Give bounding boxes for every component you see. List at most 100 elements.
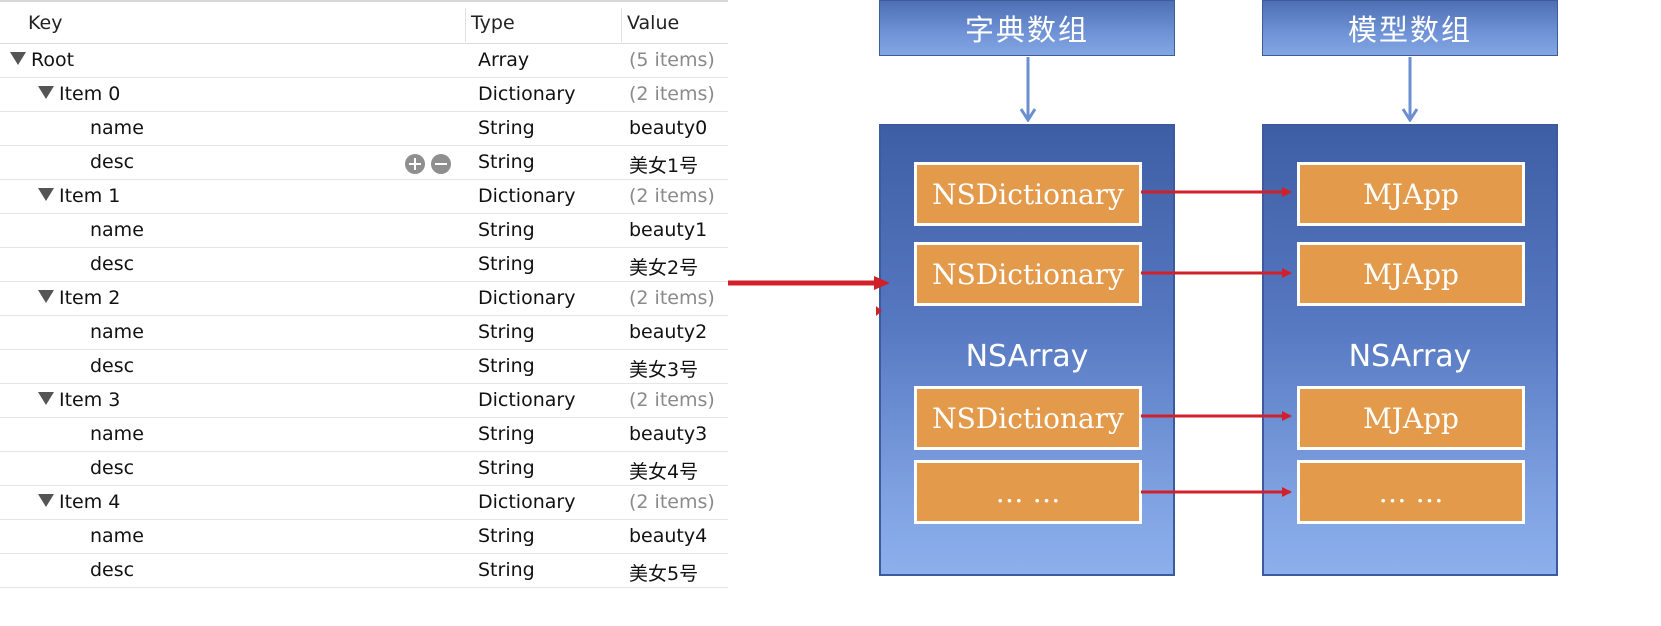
row-key: desc (90, 457, 134, 479)
row-key: desc (90, 151, 134, 173)
row-key-text: desc (90, 253, 135, 275)
row-value[interactable]: (5 items) (629, 49, 715, 71)
plist-row[interactable]: name String beauty1 (0, 214, 728, 248)
conversion-diagram: 字典数组 模型数组 NSDictionary NSDictionary NSAr… (728, 0, 1661, 626)
row-key-text: Item 1 (59, 185, 121, 207)
disclosure-triangle-icon[interactable] (38, 290, 54, 303)
row-key-text: name (90, 117, 144, 139)
plist-row[interactable]: Item 3 Dictionary (2 items) (0, 384, 728, 418)
row-value[interactable]: beauty4 (629, 525, 707, 547)
row-key: desc (90, 559, 134, 581)
row-key-text: desc (90, 151, 135, 173)
row-key: Item 4 (38, 491, 120, 513)
row-type[interactable]: String (478, 117, 535, 139)
row-type[interactable]: Array (478, 49, 529, 71)
plist-rows: Root Array (5 items) Item 0 Dictionary (2 ite… (0, 44, 728, 588)
row-type[interactable]: String (478, 219, 535, 241)
row-key: desc (90, 355, 134, 377)
disclosure-triangle-icon[interactable] (38, 86, 54, 99)
plist-row[interactable]: desc String 美女2号 (0, 248, 728, 282)
row-key: Item 1 (38, 185, 120, 207)
row-type[interactable]: Dictionary (478, 287, 575, 309)
column-separator[interactable] (465, 8, 466, 42)
plist-row[interactable]: desc String 美女3号 (0, 350, 728, 384)
plist-editor: Key Type Value Root Array (5 items) Item 0 D… (0, 0, 728, 590)
row-type[interactable]: String (478, 253, 535, 275)
row-type[interactable]: String (478, 457, 535, 479)
row-type[interactable]: String (478, 525, 535, 547)
row-type[interactable]: String (478, 355, 535, 377)
plist-row[interactable]: Root Array (5 items) (0, 44, 728, 78)
row-value[interactable]: (2 items) (629, 185, 715, 207)
remove-row-icon[interactable] (431, 154, 451, 174)
row-key-text: desc (90, 559, 135, 581)
row-type[interactable]: String (478, 321, 535, 343)
plist-row[interactable]: name String beauty0 (0, 112, 728, 146)
diagram-arrows (728, 57, 1661, 497)
row-value[interactable]: beauty1 (629, 219, 707, 241)
row-value[interactable]: 美女3号 (629, 355, 698, 382)
row-key: Item 0 (38, 83, 120, 105)
disclosure-triangle-icon[interactable] (10, 52, 26, 65)
row-value[interactable]: 美女4号 (629, 457, 698, 484)
row-key-text: name (90, 525, 144, 547)
row-value[interactable]: 美女5号 (629, 559, 698, 586)
row-key-text: desc (90, 355, 135, 377)
row-key: Item 2 (38, 287, 120, 309)
row-value[interactable]: (2 items) (629, 83, 715, 105)
row-type[interactable]: Dictionary (478, 491, 575, 513)
row-key-text: Item 2 (59, 287, 121, 309)
plist-row[interactable]: Item 4 Dictionary (2 items) (0, 486, 728, 520)
row-type[interactable]: Dictionary (478, 185, 575, 207)
row-type[interactable]: String (478, 151, 535, 173)
row-key-text: desc (90, 457, 135, 479)
value-column-header[interactable]: Value (627, 12, 679, 34)
row-key-text: Item 3 (59, 389, 121, 411)
plist-row[interactable]: name String beauty2 (0, 316, 728, 350)
disclosure-triangle-icon[interactable] (38, 188, 54, 201)
row-key-text: Item 4 (59, 491, 121, 513)
plist-to-array-arrowhead (874, 276, 890, 290)
small-arrow-mark (876, 306, 882, 316)
row-value[interactable]: 美女2号 (629, 253, 698, 280)
row-key: desc (90, 253, 134, 275)
row-type[interactable]: String (478, 423, 535, 445)
plist-row[interactable]: name String beauty3 (0, 418, 728, 452)
row-key-text: name (90, 219, 144, 241)
row-value[interactable]: beauty3 (629, 423, 707, 445)
disclosure-triangle-icon[interactable] (38, 494, 54, 507)
row-key-text: name (90, 423, 144, 445)
key-column-header[interactable]: Key (28, 12, 62, 34)
column-separator[interactable] (621, 8, 622, 42)
disclosure-triangle-icon[interactable] (38, 392, 54, 405)
plist-row[interactable]: desc String 美女1号 (0, 146, 728, 180)
row-key-text: Item 0 (59, 83, 121, 105)
add-row-icon[interactable] (405, 154, 425, 174)
row-value[interactable]: beauty0 (629, 117, 707, 139)
type-column-header[interactable]: Type (471, 12, 515, 34)
plist-row[interactable]: Item 1 Dictionary (2 items) (0, 180, 728, 214)
plist-row[interactable]: name String beauty4 (0, 520, 728, 554)
row-key-text: Root (31, 49, 75, 71)
row-key: name (90, 321, 144, 343)
plist-header: Key Type Value (0, 0, 728, 44)
row-type[interactable]: Dictionary (478, 389, 575, 411)
row-value[interactable]: (2 items) (629, 389, 715, 411)
row-type[interactable]: String (478, 559, 535, 581)
row-value[interactable]: (2 items) (629, 287, 715, 309)
plist-row[interactable]: Item 2 Dictionary (2 items) (0, 282, 728, 316)
row-key: name (90, 117, 144, 139)
row-key: name (90, 423, 144, 445)
plist-row[interactable]: desc String 美女5号 (0, 554, 728, 588)
row-value[interactable]: (2 items) (629, 491, 715, 513)
row-value[interactable]: 美女1号 (629, 151, 698, 178)
row-key: Root (10, 49, 74, 71)
row-key-text: name (90, 321, 144, 343)
row-key: Item 3 (38, 389, 120, 411)
row-key: name (90, 219, 144, 241)
plist-row[interactable]: desc String 美女4号 (0, 452, 728, 486)
row-value[interactable]: beauty2 (629, 321, 707, 343)
plist-row[interactable]: Item 0 Dictionary (2 items) (0, 78, 728, 112)
row-type[interactable]: Dictionary (478, 83, 575, 105)
row-key: name (90, 525, 144, 547)
